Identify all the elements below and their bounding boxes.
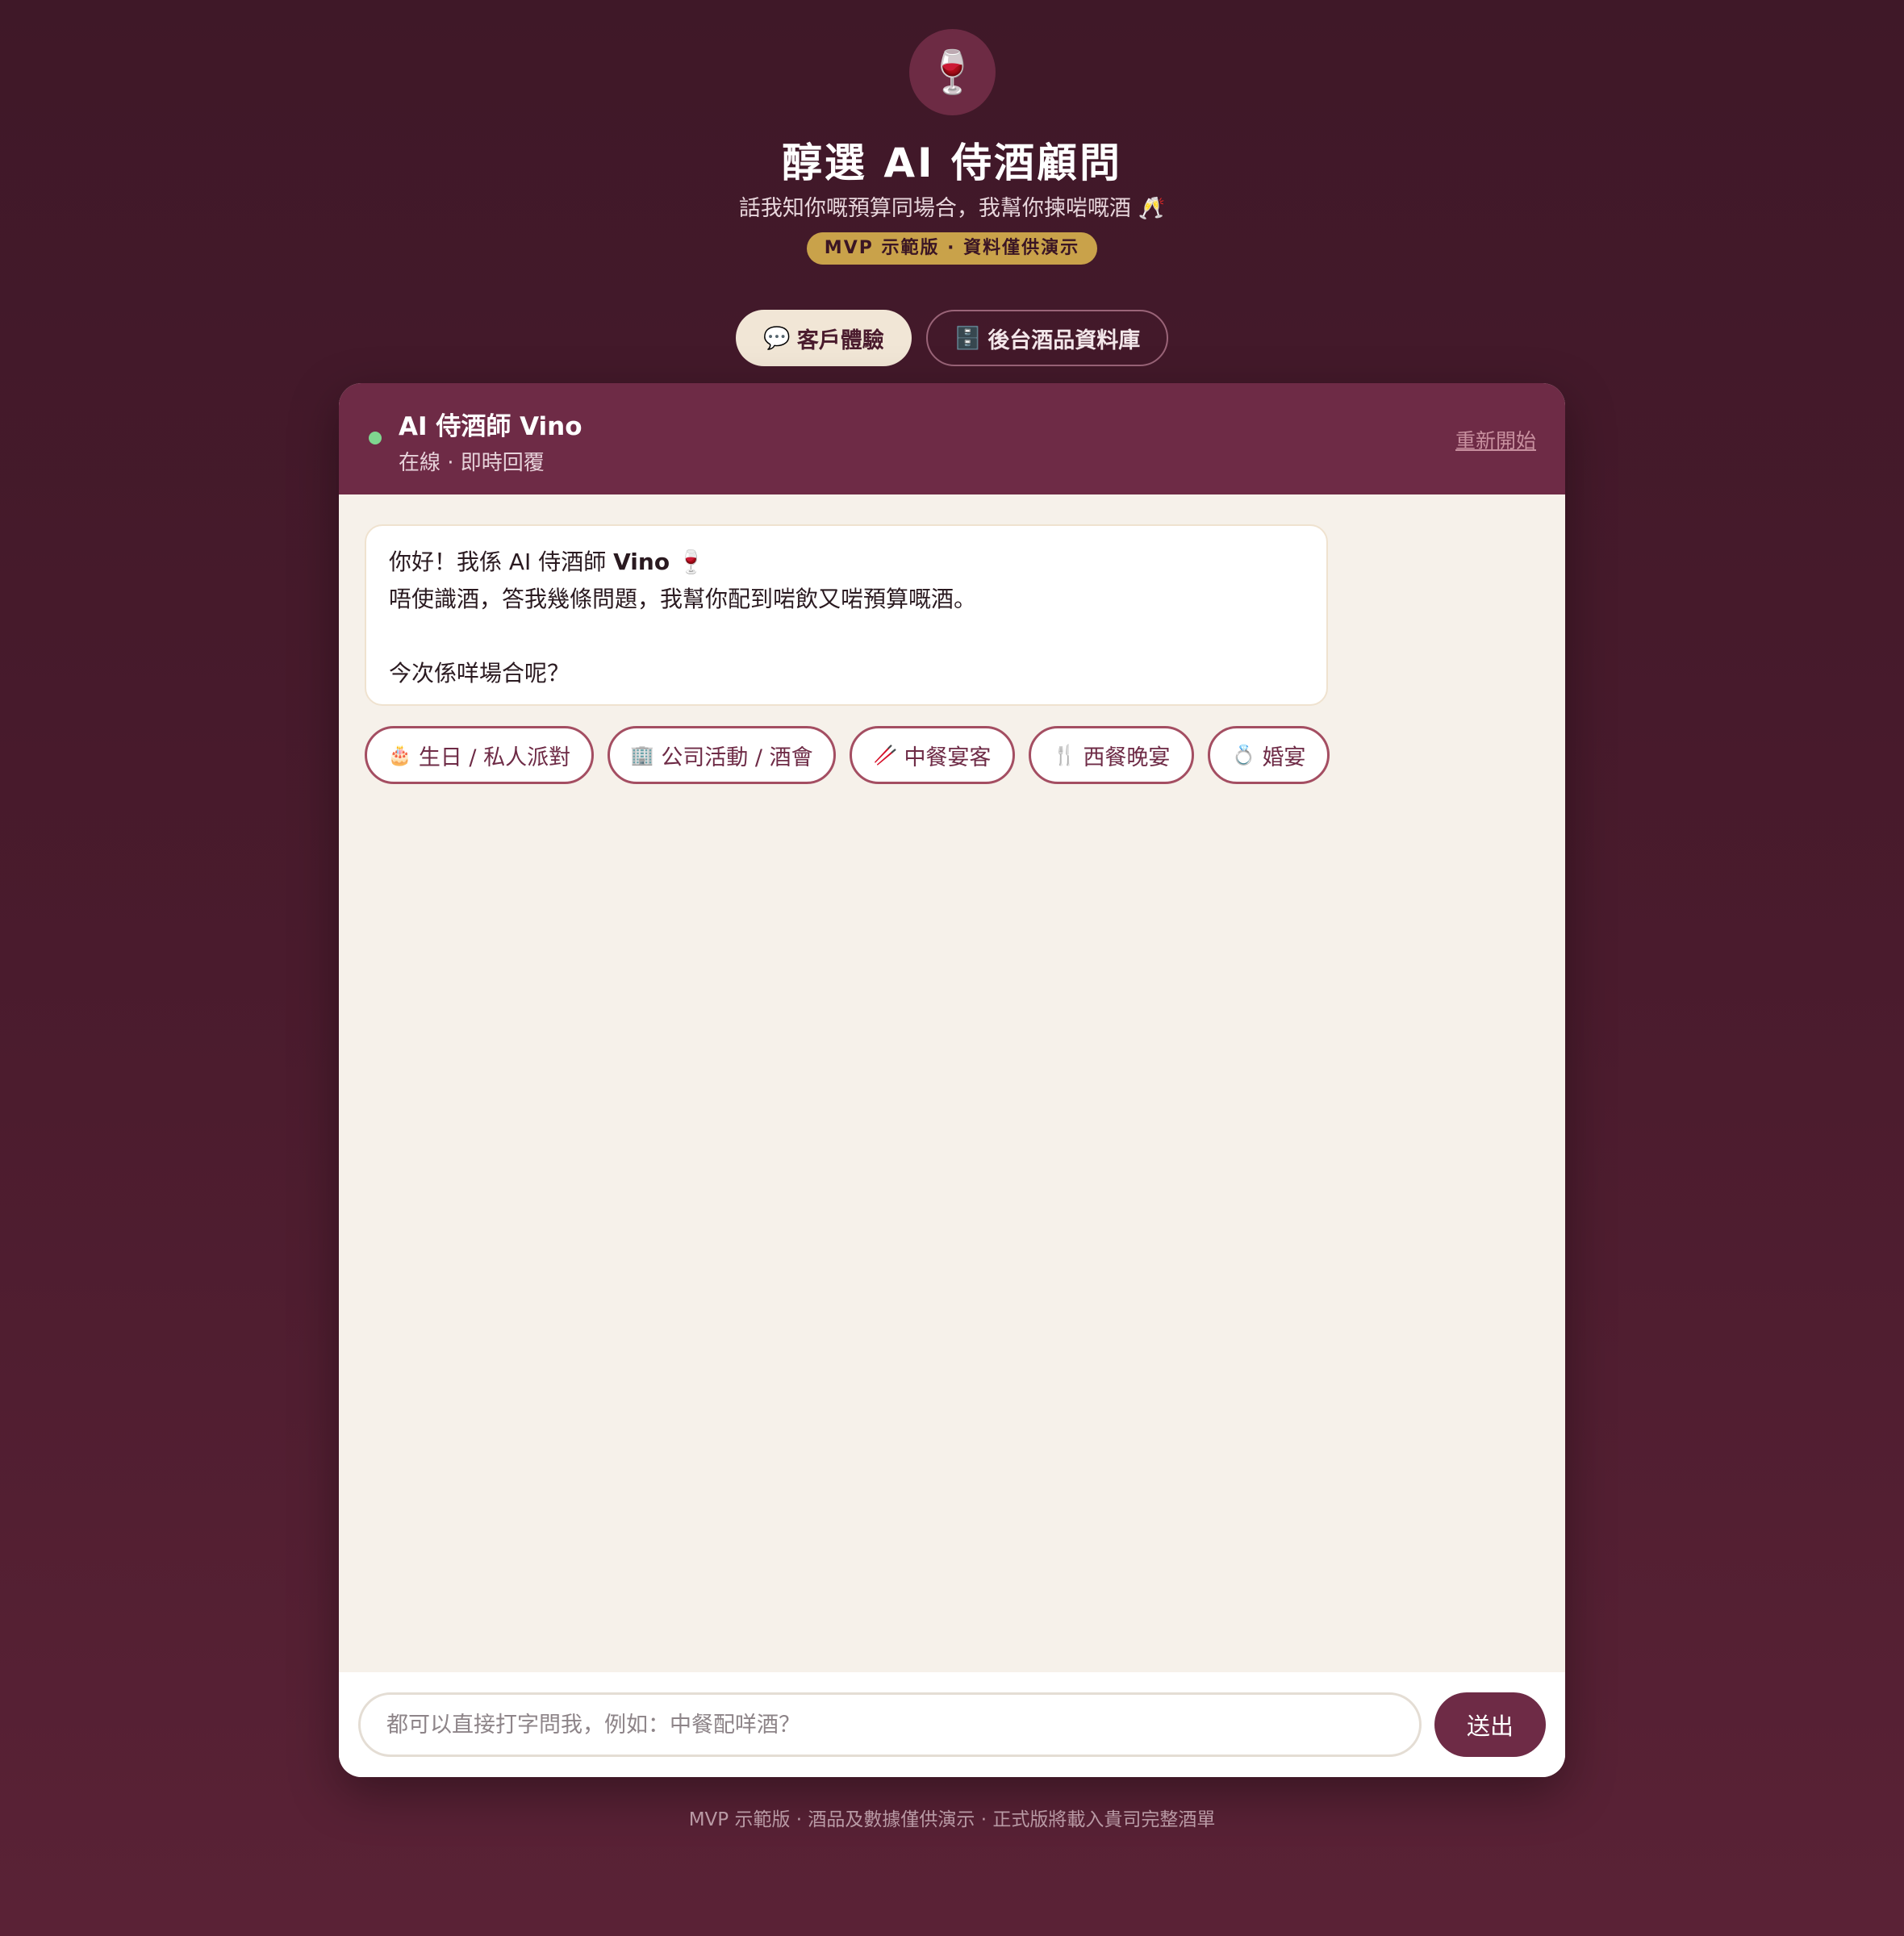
online-status-dot-icon [369, 432, 382, 444]
wine-glass-icon: 🍷 [909, 29, 996, 115]
demo-badge: MVP 示範版 · 資料僅供演示 [806, 232, 1098, 265]
demo-badge-wrapper: MVP 示範版 · 資料僅供演示 [0, 232, 1904, 265]
agent-status: 在線 · 即時回覆 [399, 451, 545, 475]
mode-tabs: 💬 客戶體驗 🗄️ 後台酒品資料庫 [736, 310, 1168, 366]
tab-wine-database[interactable]: 🗄️ 後台酒品資料庫 [926, 310, 1168, 366]
tab-customer-experience[interactable]: 💬 客戶體驗 [736, 310, 912, 366]
office-building-icon: 🏢 [630, 744, 655, 766]
chat-input[interactable] [358, 1692, 1422, 1757]
chip-corporate-event[interactable]: 🏢 公司活動 / 酒會 [608, 726, 836, 784]
chat-header: AI 侍酒師 Vino 在線 · 即時回覆 重新開始 [339, 383, 1565, 494]
chip-chinese-banquet[interactable]: 🥢 中餐宴客 [850, 726, 1015, 784]
chip-label: 西餐晚宴 [1083, 745, 1171, 770]
chip-label: 生日 / 私人派對 [418, 745, 571, 770]
ring-icon: 💍 [1231, 744, 1256, 766]
chip-label: 婚宴 [1262, 745, 1306, 770]
chip-label: 中餐宴客 [904, 745, 992, 770]
chopsticks-icon: 🥢 [873, 744, 898, 766]
tab-label: 後台酒品資料庫 [987, 328, 1141, 353]
wine-glass-icon: 🍷 [670, 549, 705, 575]
chip-wedding[interactable]: 💍 婚宴 [1208, 726, 1330, 784]
message-line-intro: 唔使識酒，答我幾條問題，我幫你配到啱飲又啱預算嘅酒。 [389, 586, 977, 612]
agent-name: AI 侍酒師 Vino [399, 412, 582, 441]
chat-card: AI 侍酒師 Vino 在線 · 即時回覆 重新開始 你好！我係 AI 侍酒師 … [339, 383, 1565, 1777]
bot-message-bubble: 你好！我係 AI 侍酒師 Vino 🍷 唔使識酒，答我幾條問題，我幫你配到啱飲又… [365, 524, 1328, 706]
birthday-cake-icon: 🎂 [387, 744, 412, 766]
speech-bubble-icon: 💬 [763, 326, 791, 351]
chip-birthday-party[interactable]: 🎂 生日 / 私人派對 [365, 726, 594, 784]
page-title: 醇選 AI 侍酒顧問 [781, 140, 1123, 186]
file-cabinet-icon: 🗄️ [954, 326, 982, 351]
chip-western-dinner[interactable]: 🍴 西餐晚宴 [1029, 726, 1194, 784]
message-line-greeting: 你好！我係 AI 侍酒師 Vino 🍷 [389, 549, 705, 575]
page-subtitle: 話我知你嘅預算同場合，我幫你揀啱嘅酒 🥂 [738, 196, 1166, 221]
fork-knife-icon: 🍴 [1052, 744, 1077, 766]
chip-label: 公司活動 / 酒會 [661, 745, 813, 770]
page-footer: MVP 示範版 · 酒品及數據僅供演示 · 正式版將載入貴司完整酒單 [688, 1809, 1216, 1830]
quick-reply-chips: 🎂 生日 / 私人派對 🏢 公司活動 / 酒會 🥢 中餐宴客 🍴 西餐晚宴 💍 … [365, 726, 1330, 784]
chat-input-bar: 送出 [339, 1672, 1565, 1777]
tab-label: 客戶體驗 [796, 328, 884, 353]
message-spacer [389, 618, 1304, 655]
restart-link[interactable]: 重新開始 [1455, 425, 1536, 454]
message-line-question: 今次係咩場合呢？ [389, 660, 570, 686]
send-button[interactable]: 送出 [1434, 1692, 1546, 1757]
